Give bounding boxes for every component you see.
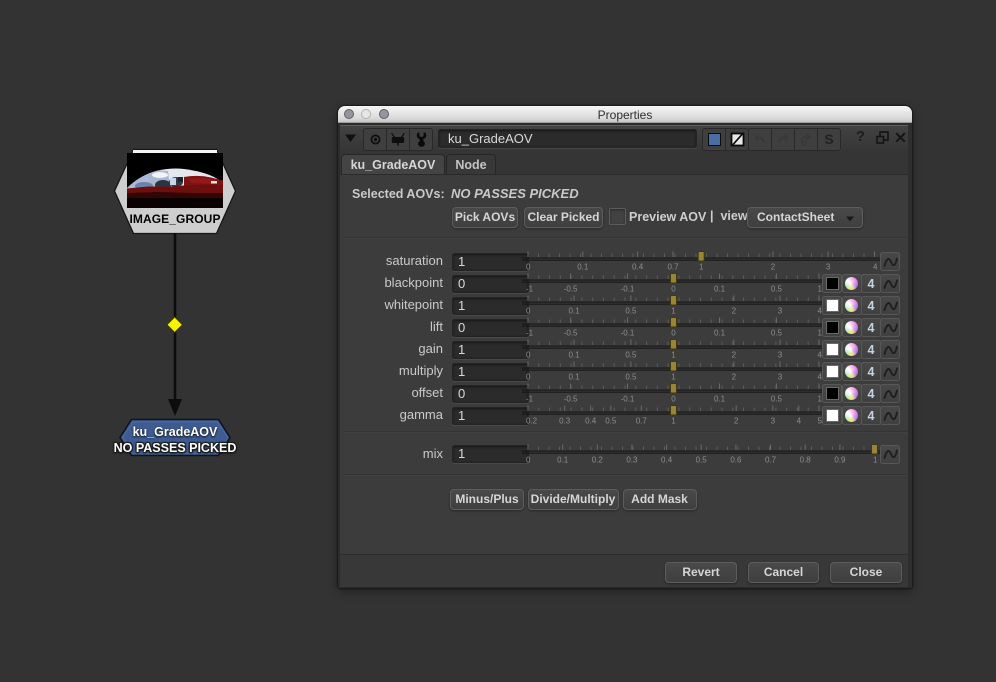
svg-text:-1: -1 <box>526 329 534 338</box>
svg-text:2: 2 <box>732 351 737 360</box>
svg-text:2: 2 <box>732 307 737 316</box>
svg-text:3: 3 <box>826 263 831 272</box>
svg-text:2: 2 <box>771 263 776 272</box>
svg-text:0.5: 0.5 <box>696 455 708 464</box>
svg-text:3: 3 <box>778 351 783 360</box>
svg-text:0.1: 0.1 <box>577 263 589 272</box>
svg-text:0.1: 0.1 <box>714 329 726 338</box>
svg-text:-1: -1 <box>526 285 534 294</box>
svg-text:-0.1: -0.1 <box>621 285 635 294</box>
svg-text:0.5: 0.5 <box>771 395 783 404</box>
svg-text:1: 1 <box>671 417 676 426</box>
svg-text:0.5: 0.5 <box>771 329 783 338</box>
svg-text:-0.1: -0.1 <box>621 395 635 404</box>
svg-text:0.3: 0.3 <box>626 455 638 464</box>
svg-text:0.3: 0.3 <box>559 417 571 426</box>
svg-text:0.1: 0.1 <box>557 455 569 464</box>
svg-text:0.1: 0.1 <box>714 395 726 404</box>
svg-text:1: 1 <box>699 263 704 272</box>
svg-text:0: 0 <box>526 351 531 360</box>
svg-text:0.1: 0.1 <box>568 351 580 360</box>
svg-text:0.7: 0.7 <box>765 455 777 464</box>
svg-text:0.1: 0.1 <box>568 307 580 316</box>
svg-text:0.2: 0.2 <box>526 417 538 426</box>
svg-text:0.5: 0.5 <box>625 373 637 382</box>
svg-text:-0.1: -0.1 <box>621 329 635 338</box>
svg-text:1: 1 <box>671 373 676 382</box>
svg-text:0.1: 0.1 <box>714 285 726 294</box>
svg-text:2: 2 <box>732 373 737 382</box>
svg-text:0.5: 0.5 <box>605 417 617 426</box>
svg-text:0.1: 0.1 <box>568 373 580 382</box>
svg-text:1: 1 <box>671 307 676 316</box>
svg-text:4: 4 <box>873 263 878 272</box>
svg-text:0.9: 0.9 <box>834 455 846 464</box>
svg-text:0: 0 <box>526 373 531 382</box>
svg-text:-0.5: -0.5 <box>564 285 578 294</box>
svg-text:2: 2 <box>734 417 739 426</box>
svg-text:-1: -1 <box>526 395 534 404</box>
svg-text:0: 0 <box>671 329 676 338</box>
svg-text:3: 3 <box>778 373 783 382</box>
svg-text:0.4: 0.4 <box>661 455 673 464</box>
svg-text:1: 1 <box>873 455 878 464</box>
svg-text:3: 3 <box>778 307 783 316</box>
svg-text:0: 0 <box>526 307 531 316</box>
svg-text:4: 4 <box>797 417 802 426</box>
svg-text:0.5: 0.5 <box>625 351 637 360</box>
svg-text:0: 0 <box>526 455 531 464</box>
svg-text:0.5: 0.5 <box>625 307 637 316</box>
svg-text:0.4: 0.4 <box>585 417 597 426</box>
svg-text:0.7: 0.7 <box>667 263 679 272</box>
svg-text:0.4: 0.4 <box>632 263 644 272</box>
svg-text:-0.5: -0.5 <box>564 329 578 338</box>
svg-text:0: 0 <box>671 395 676 404</box>
svg-text:0: 0 <box>526 263 531 272</box>
svg-text:-0.5: -0.5 <box>564 395 578 404</box>
svg-text:3: 3 <box>771 417 776 426</box>
svg-text:0.6: 0.6 <box>730 455 742 464</box>
svg-text:1: 1 <box>671 351 676 360</box>
svg-text:0.5: 0.5 <box>771 285 783 294</box>
svg-text:0.2: 0.2 <box>592 455 604 464</box>
svg-text:0.8: 0.8 <box>800 455 812 464</box>
svg-text:0: 0 <box>671 285 676 294</box>
svg-text:0.7: 0.7 <box>636 417 648 426</box>
